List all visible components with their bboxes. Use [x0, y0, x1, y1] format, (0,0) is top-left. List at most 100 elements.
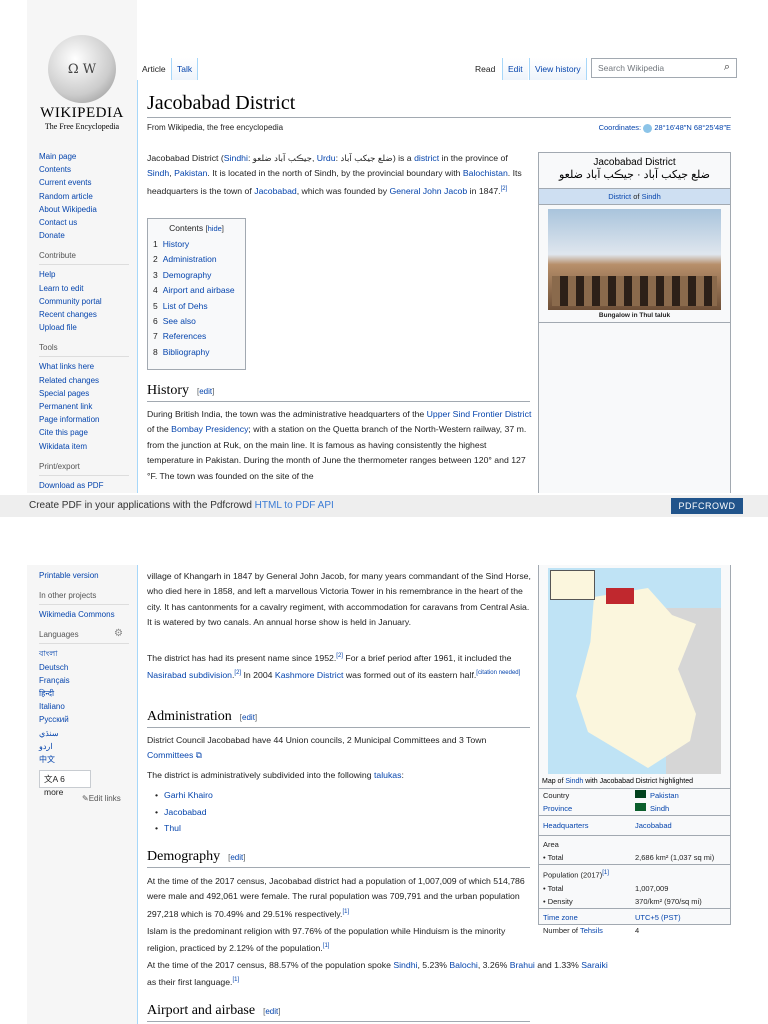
- gear-icon[interactable]: ⚙: [114, 628, 123, 640]
- language-link[interactable]: Français: [39, 674, 129, 687]
- language-link[interactable]: Русский: [39, 713, 129, 726]
- taluka-link[interactable]: Jacobabad: [164, 807, 207, 817]
- sidebar-link[interactable]: Contents: [39, 163, 129, 176]
- inline-link[interactable]: Balochi: [449, 960, 478, 970]
- sidebar-link[interactable]: Help: [39, 268, 129, 281]
- sidebar-link[interactable]: Related changes: [39, 374, 129, 387]
- sidebar-link[interactable]: Donate: [39, 229, 129, 242]
- sindh-link[interactable]: Sindh: [642, 192, 661, 201]
- sidebar-link[interactable]: Page information: [39, 413, 129, 426]
- toc-hide-link[interactable]: hide: [208, 224, 222, 233]
- sidebar-link[interactable]: Printable version: [39, 569, 129, 582]
- search-input[interactable]: Search Wikipedia ⌕: [591, 58, 737, 78]
- inline-link[interactable]: Urdu: [317, 153, 336, 163]
- inline-link[interactable]: Jacobabad: [254, 186, 297, 196]
- tab-talk[interactable]: Talk: [171, 58, 199, 80]
- language-link[interactable]: Deutsch: [39, 661, 129, 674]
- sidebar-link[interactable]: Community portal: [39, 295, 129, 308]
- tab-edit[interactable]: Edit: [502, 58, 528, 80]
- inline-link[interactable]: General John Jacob: [389, 186, 467, 196]
- reference-link[interactable]: [1]: [342, 909, 349, 915]
- reference-link[interactable]: [2]: [501, 186, 508, 192]
- language-link[interactable]: Italiano: [39, 700, 129, 713]
- sidebar-link[interactable]: About Wikipedia: [39, 203, 129, 216]
- time-zone-value[interactable]: UTC+5 (PST): [635, 912, 681, 923]
- language-link[interactable]: سنڌي: [39, 727, 129, 740]
- toc-link[interactable]: History: [163, 239, 189, 249]
- toc-link[interactable]: References: [163, 331, 206, 341]
- reference-link[interactable]: [citation needed]: [476, 670, 520, 676]
- inline-link[interactable]: district: [414, 153, 439, 163]
- pakistan-link[interactable]: Pakistan: [650, 791, 679, 800]
- reference-link[interactable]: [1]: [602, 870, 609, 876]
- tab-read[interactable]: Read: [470, 58, 501, 80]
- district-link[interactable]: District: [608, 192, 631, 201]
- toc-link[interactable]: See also: [163, 316, 196, 326]
- inline-link[interactable]: Kashmore District: [275, 670, 344, 680]
- sidebar-link[interactable]: Recent changes: [39, 308, 129, 321]
- inline-link[interactable]: Bombay Presidency: [171, 424, 248, 434]
- coordinates[interactable]: Coordinates: 28°16′48″N 68°25′48″E: [599, 123, 731, 133]
- province-link[interactable]: Province: [543, 803, 635, 814]
- language-link[interactable]: हिन्दी: [39, 687, 129, 700]
- sidebar-link[interactable]: Cite this page: [39, 426, 129, 439]
- toc-link[interactable]: Bibliography: [163, 347, 210, 357]
- toc-item[interactable]: 8 Bibliography: [153, 345, 240, 360]
- sidebar-link[interactable]: Wikimedia Commons: [39, 608, 129, 621]
- sidebar-link[interactable]: Current events: [39, 176, 129, 189]
- tab-view-history[interactable]: View history: [529, 58, 587, 80]
- toc-link[interactable]: Administration: [163, 254, 217, 264]
- sindh-link[interactable]: Sindh: [565, 778, 583, 785]
- inline-link[interactable]: Upper Sind Frontier District: [427, 409, 532, 419]
- inline-link[interactable]: talukas: [374, 770, 402, 780]
- wikipedia-logo[interactable]: Ω W WIKIPEDIA The Free Encyclopedia: [27, 35, 137, 131]
- sidebar-link[interactable]: Random article: [39, 190, 129, 203]
- bungalow-image[interactable]: [548, 209, 721, 310]
- jacobabad-link[interactable]: Jacobabad: [635, 820, 672, 831]
- sidebar-link[interactable]: Main page: [39, 150, 129, 163]
- edit-links-button[interactable]: ✎Edit links: [82, 792, 129, 805]
- toc-link[interactable]: Demography: [163, 270, 212, 280]
- toc-item[interactable]: 5 List of Dehs: [153, 299, 240, 314]
- sidebar-link[interactable]: Special pages: [39, 387, 129, 400]
- edit-section-link[interactable]: edit: [230, 853, 243, 862]
- sindh-link[interactable]: Sindh: [650, 804, 669, 813]
- taluka-link[interactable]: Thul: [164, 823, 181, 833]
- language-link[interactable]: বাংলা: [39, 647, 129, 660]
- inline-link[interactable]: Balochistan: [463, 168, 508, 178]
- sidebar-link[interactable]: Permanent link: [39, 400, 129, 413]
- sidebar-link[interactable]: Download as PDF: [39, 479, 129, 492]
- language-link[interactable]: اردو: [39, 740, 129, 753]
- more-languages-button[interactable]: 文A 6 more: [39, 770, 91, 797]
- toc-item[interactable]: 2 Administration: [153, 252, 240, 267]
- reference-link[interactable]: [1]: [232, 977, 239, 983]
- tehsils-link[interactable]: Tehsils: [580, 926, 603, 935]
- inline-link[interactable]: Saraiki: [581, 960, 608, 970]
- pdfcrowd-api-link[interactable]: HTML to PDF API: [255, 500, 334, 511]
- inline-link[interactable]: Sindhi: [224, 153, 248, 163]
- edit-section-link[interactable]: edit: [199, 387, 212, 396]
- sidebar-link[interactable]: What links here: [39, 360, 129, 373]
- inline-link[interactable]: Nasirabad subdivision: [147, 670, 232, 680]
- toc-link[interactable]: List of Dehs: [163, 301, 208, 311]
- sidebar-link[interactable]: Upload file: [39, 321, 129, 334]
- search-icon[interactable]: ⌕: [724, 61, 730, 74]
- inline-link[interactable]: Sindh: [147, 168, 169, 178]
- sidebar-link[interactable]: Wikidata item: [39, 440, 129, 453]
- sidebar-link[interactable]: Learn to edit: [39, 282, 129, 295]
- reference-link[interactable]: [1]: [323, 943, 330, 949]
- inline-link[interactable]: Brahui: [510, 960, 535, 970]
- inline-link[interactable]: Committees ⧉: [147, 750, 202, 760]
- inline-link[interactable]: Pakistan: [174, 168, 207, 178]
- tab-article[interactable]: Article: [137, 58, 171, 80]
- edit-section-link[interactable]: edit: [242, 713, 255, 722]
- toc-item[interactable]: 3 Demography: [153, 268, 240, 283]
- toc-link[interactable]: Airport and airbase: [163, 285, 235, 295]
- sindh-map[interactable]: [548, 568, 721, 774]
- pdfcrowd-button[interactable]: PDFCROWD: [671, 498, 743, 514]
- toc-item[interactable]: 7 References: [153, 329, 240, 344]
- taluka-link[interactable]: Garhi Khairo: [164, 790, 213, 800]
- headquarters-link[interactable]: Headquarters: [543, 820, 635, 831]
- sidebar-link[interactable]: Contact us: [39, 216, 129, 229]
- toc-item[interactable]: 4 Airport and airbase: [153, 283, 240, 298]
